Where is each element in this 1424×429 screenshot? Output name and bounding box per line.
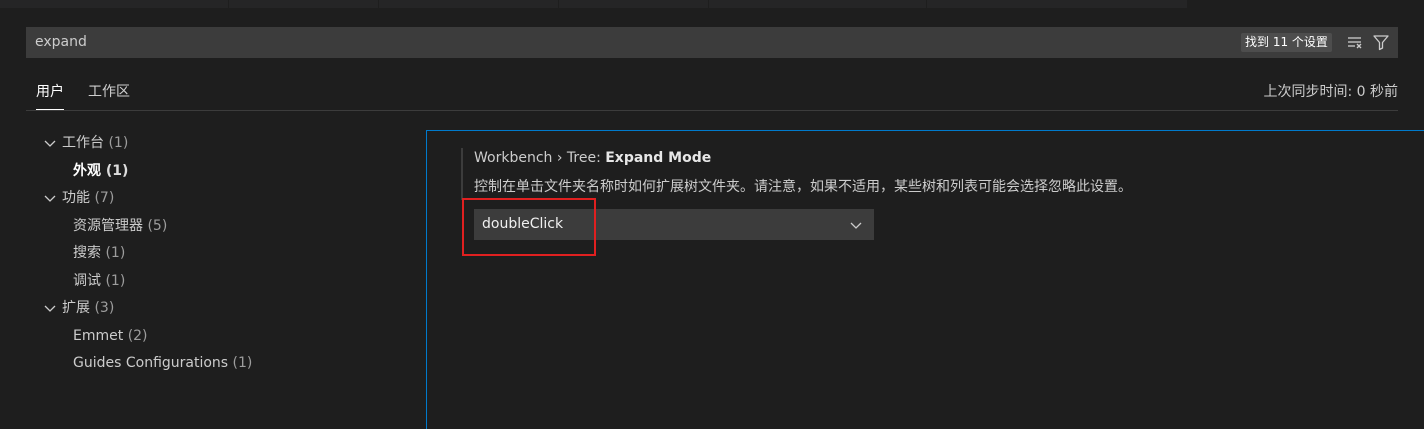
filter-icon[interactable] <box>1371 32 1391 52</box>
toc-item-count: (1) <box>105 245 126 261</box>
setting-title: Workbench › Tree: Expand Mode <box>474 147 711 169</box>
toc-item-label: 搜索 <box>73 245 101 261</box>
search-input[interactable]: expand <box>35 27 87 58</box>
tab-workspace[interactable]: 工作区 <box>88 80 130 104</box>
tab-separator <box>708 0 709 8</box>
toc-item-debug[interactable]: 调试 (1) <box>73 269 125 293</box>
toc-item-label: Emmet <box>73 328 124 344</box>
toc-item-count: (1) <box>105 163 129 179</box>
toc-item-search[interactable]: 搜索 (1) <box>73 241 125 265</box>
sync-status: 上次同步时间: 0 秒前 <box>1263 84 1398 100</box>
search-result-count: 找到 11 个设置 <box>1241 33 1332 52</box>
editor-tab-strip <box>0 0 1424 8</box>
chevron-down-icon <box>848 217 864 233</box>
toc-item-count: (1) <box>232 355 253 371</box>
toc-item-label: Guides Configurations <box>73 355 229 371</box>
tab-separator <box>228 0 229 8</box>
toc-item-features[interactable]: 功能 (7) <box>42 186 114 210</box>
setting-description: 控制在单击文件夹名称时如何扩展树文件夹。请注意，如果不适用，某些树和列表可能会选… <box>474 179 1132 195</box>
settings-list-focus-border <box>426 130 1424 429</box>
setting-category: Workbench › Tree: <box>474 150 606 166</box>
toc-item-label: 调试 <box>73 273 101 289</box>
chevron-down-icon <box>42 190 58 206</box>
toc-item-explorer[interactable]: 资源管理器 (5) <box>73 214 167 238</box>
toc-item-appearance[interactable]: 外观 (1) <box>73 159 128 183</box>
toc-item-count: (3) <box>94 300 115 316</box>
toc-item-label: 工作台 <box>62 135 104 151</box>
toc-item-label: 资源管理器 <box>73 218 143 234</box>
toc-item-guides-configurations[interactable]: Guides Configurations (1) <box>73 351 252 375</box>
toc-item-count: (1) <box>105 273 126 289</box>
highlight-annotation-box <box>462 198 596 256</box>
tab-separator <box>558 0 559 8</box>
tab-separator <box>378 0 379 8</box>
toc-item-count: (5) <box>147 218 168 234</box>
toc-item-label: 功能 <box>62 190 90 206</box>
tabs-divider <box>26 110 1398 111</box>
clear-filter-icon[interactable] <box>1345 32 1365 52</box>
toc-item-count: (7) <box>94 190 115 206</box>
toc-item-extensions[interactable]: 扩展 (3) <box>42 296 114 320</box>
toc-item-workbench[interactable]: 工作台 (1) <box>42 131 128 155</box>
setting-indicator-bar <box>461 148 463 200</box>
tab-separator <box>926 0 927 8</box>
chevron-down-icon <box>42 135 58 151</box>
toc-item-count: (1) <box>108 135 129 151</box>
tab-user[interactable]: 用户 <box>36 80 64 110</box>
toc-item-count: (2) <box>127 328 148 344</box>
chevron-down-icon <box>42 300 58 316</box>
toc-item-emmet[interactable]: Emmet (2) <box>73 324 148 348</box>
active-editor-tab[interactable] <box>1187 0 1424 8</box>
toc-item-label: 外观 <box>73 163 101 179</box>
settings-search-box[interactable]: expand 找到 11 个设置 <box>26 27 1398 58</box>
toc-item-label: 扩展 <box>62 300 90 316</box>
setting-name: Expand Mode <box>605 150 712 166</box>
